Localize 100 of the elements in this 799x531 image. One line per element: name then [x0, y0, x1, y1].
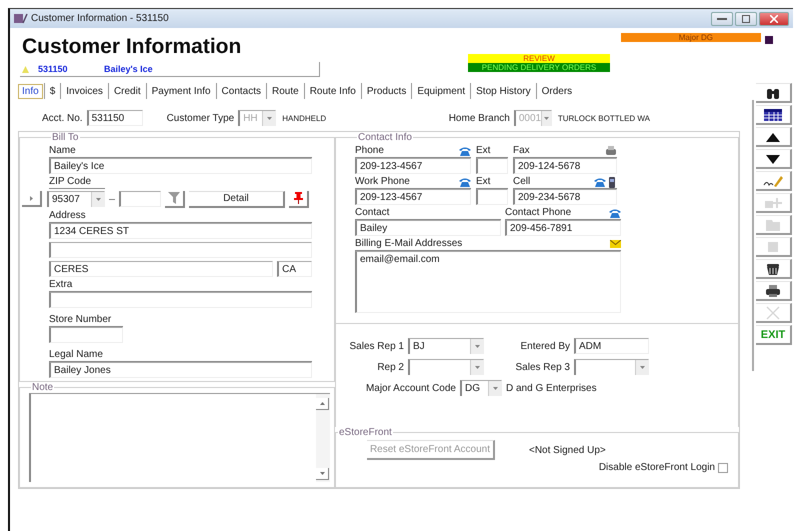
field-label: Work Phone	[355, 176, 410, 188]
extension-field[interactable]	[476, 158, 508, 174]
exit-button[interactable]: EXIT	[756, 325, 792, 345]
expand-button[interactable]	[22, 191, 42, 207]
major-account-dropdown[interactable]: DG	[460, 380, 502, 396]
account-number: 531150	[38, 64, 69, 74]
phone-icon[interactable]	[459, 146, 471, 156]
caret-icon	[96, 198, 100, 201]
maximize-button[interactable]	[735, 12, 757, 26]
city-field[interactable]: CERES	[49, 261, 274, 277]
pen-icon	[762, 174, 784, 188]
legal-name-field[interactable]: Bailey Jones	[49, 362, 312, 378]
tab[interactable]: Route	[268, 84, 303, 98]
arrow-icon	[30, 196, 32, 200]
filter-button[interactable]	[165, 190, 185, 208]
address-field[interactable]	[49, 242, 312, 258]
field-description: TURLOCK BOTTLED WA	[558, 114, 650, 122]
contact-phone-field[interactable]: 209-456-7891	[505, 220, 621, 236]
tab[interactable]: Credit	[110, 84, 145, 98]
caret-icon	[544, 117, 549, 120]
minimize-button[interactable]	[711, 12, 733, 26]
fax-icon[interactable]	[605, 146, 617, 156]
sales-rep-dropdown[interactable]: BJ	[408, 338, 484, 354]
store-number-field[interactable]	[49, 327, 123, 343]
scrollbar[interactable]	[316, 394, 330, 482]
down-arrow-icon	[320, 472, 324, 475]
state-field[interactable]: CA	[277, 261, 312, 277]
note-field[interactable]	[29, 393, 330, 482]
field-label: Acct. No.	[42, 112, 83, 124]
table-icon	[762, 108, 784, 122]
tab[interactable]: Equipment	[413, 84, 470, 98]
toolbar-button[interactable]	[756, 281, 792, 301]
field-description: D and G Enterprises	[506, 382, 597, 394]
toolbar-button[interactable]	[756, 83, 792, 103]
field-label: Entered By	[520, 340, 570, 352]
toolbar-button[interactable]	[756, 127, 792, 147]
cell-phone-field[interactable]: 209-234-5678	[513, 189, 617, 205]
account-number-field[interactable]: 531150	[86, 110, 143, 126]
phone-field[interactable]: 209-123-4567	[355, 158, 471, 174]
group-label: eStoreFront	[338, 427, 393, 438]
phone-icon[interactable]	[459, 178, 471, 186]
detail-button[interactable]: Detail	[189, 190, 285, 208]
address-field[interactable]: 1234 CERES ST	[49, 223, 312, 239]
warning-icon	[22, 66, 29, 72]
zip-extension-field[interactable]	[119, 191, 161, 207]
field-label: Rep 2	[376, 362, 404, 372]
tab[interactable]: Info	[18, 84, 43, 98]
email-field[interactable]: email@email.com	[355, 251, 621, 313]
checkbox-label: Disable eStoreFront Login	[598, 462, 715, 473]
tab[interactable]: Orders	[538, 84, 576, 98]
minimize-icon	[717, 16, 727, 20]
envelope-icon[interactable]	[610, 240, 621, 248]
window-title: Customer Information - 531150	[31, 13, 169, 24]
funnel-icon	[168, 192, 180, 204]
caret-icon	[474, 366, 480, 369]
account-name: Bailey's Ice	[104, 64, 153, 74]
toolbar-button[interactable]	[756, 149, 792, 169]
field-label: Phone	[355, 145, 384, 157]
alert-banner: REVIEW	[468, 54, 610, 63]
tab[interactable]: Stop History	[472, 84, 535, 98]
zip-code-dropdown[interactable]: 95307	[47, 191, 105, 207]
phone-icon[interactable]	[609, 208, 621, 218]
field-label: Cell	[513, 176, 530, 188]
caret-icon	[492, 387, 498, 390]
field-description: HANDHELD	[282, 114, 326, 122]
extension-field[interactable]	[476, 189, 508, 205]
tab[interactable]: $	[46, 84, 60, 98]
tab[interactable]: Route Info	[306, 84, 360, 98]
close-button[interactable]	[759, 12, 789, 26]
contact-field[interactable]: Bailey	[355, 220, 501, 236]
field-label: ZIP Code	[49, 176, 105, 189]
toolbar-button[interactable]	[756, 259, 792, 279]
up-arrow-icon	[320, 402, 324, 405]
mobile-phone-icon[interactable]	[608, 176, 617, 188]
close-icon	[770, 14, 778, 22]
signup-status: <Not Signed Up>	[529, 444, 606, 456]
tab[interactable]: Products	[362, 84, 410, 98]
status-square	[765, 36, 773, 44]
sales-rep-dropdown[interactable]	[408, 359, 484, 375]
caret-icon	[474, 345, 480, 348]
caret-icon	[266, 117, 272, 120]
checkbox[interactable]	[718, 462, 728, 472]
fax-field[interactable]: 209-124-5678	[513, 158, 617, 174]
caret-icon	[640, 366, 644, 369]
toolbar-button[interactable]	[756, 105, 792, 125]
sales-rep-dropdown[interactable]	[574, 359, 649, 375]
tab[interactable]: Payment Info	[148, 84, 215, 98]
app-icon	[14, 13, 28, 24]
tab[interactable]: Invoices	[62, 84, 107, 98]
name-field[interactable]: Bailey's Ice	[49, 158, 312, 174]
entered-by-field[interactable]: ADM	[574, 338, 649, 354]
alert-banner: PENDING DELIVERY ORDERS	[468, 63, 610, 72]
group-label: Bill To	[51, 132, 80, 143]
extra-field[interactable]	[49, 292, 312, 308]
phone-icon[interactable]	[594, 178, 606, 186]
field-label: Billing E-Mail Addresses	[355, 238, 462, 250]
tab[interactable]: Contacts	[218, 84, 266, 98]
work-phone-field[interactable]: 209-123-4567	[355, 189, 471, 205]
pushpin-icon	[294, 192, 302, 204]
field-label: Home Branch	[448, 112, 510, 124]
